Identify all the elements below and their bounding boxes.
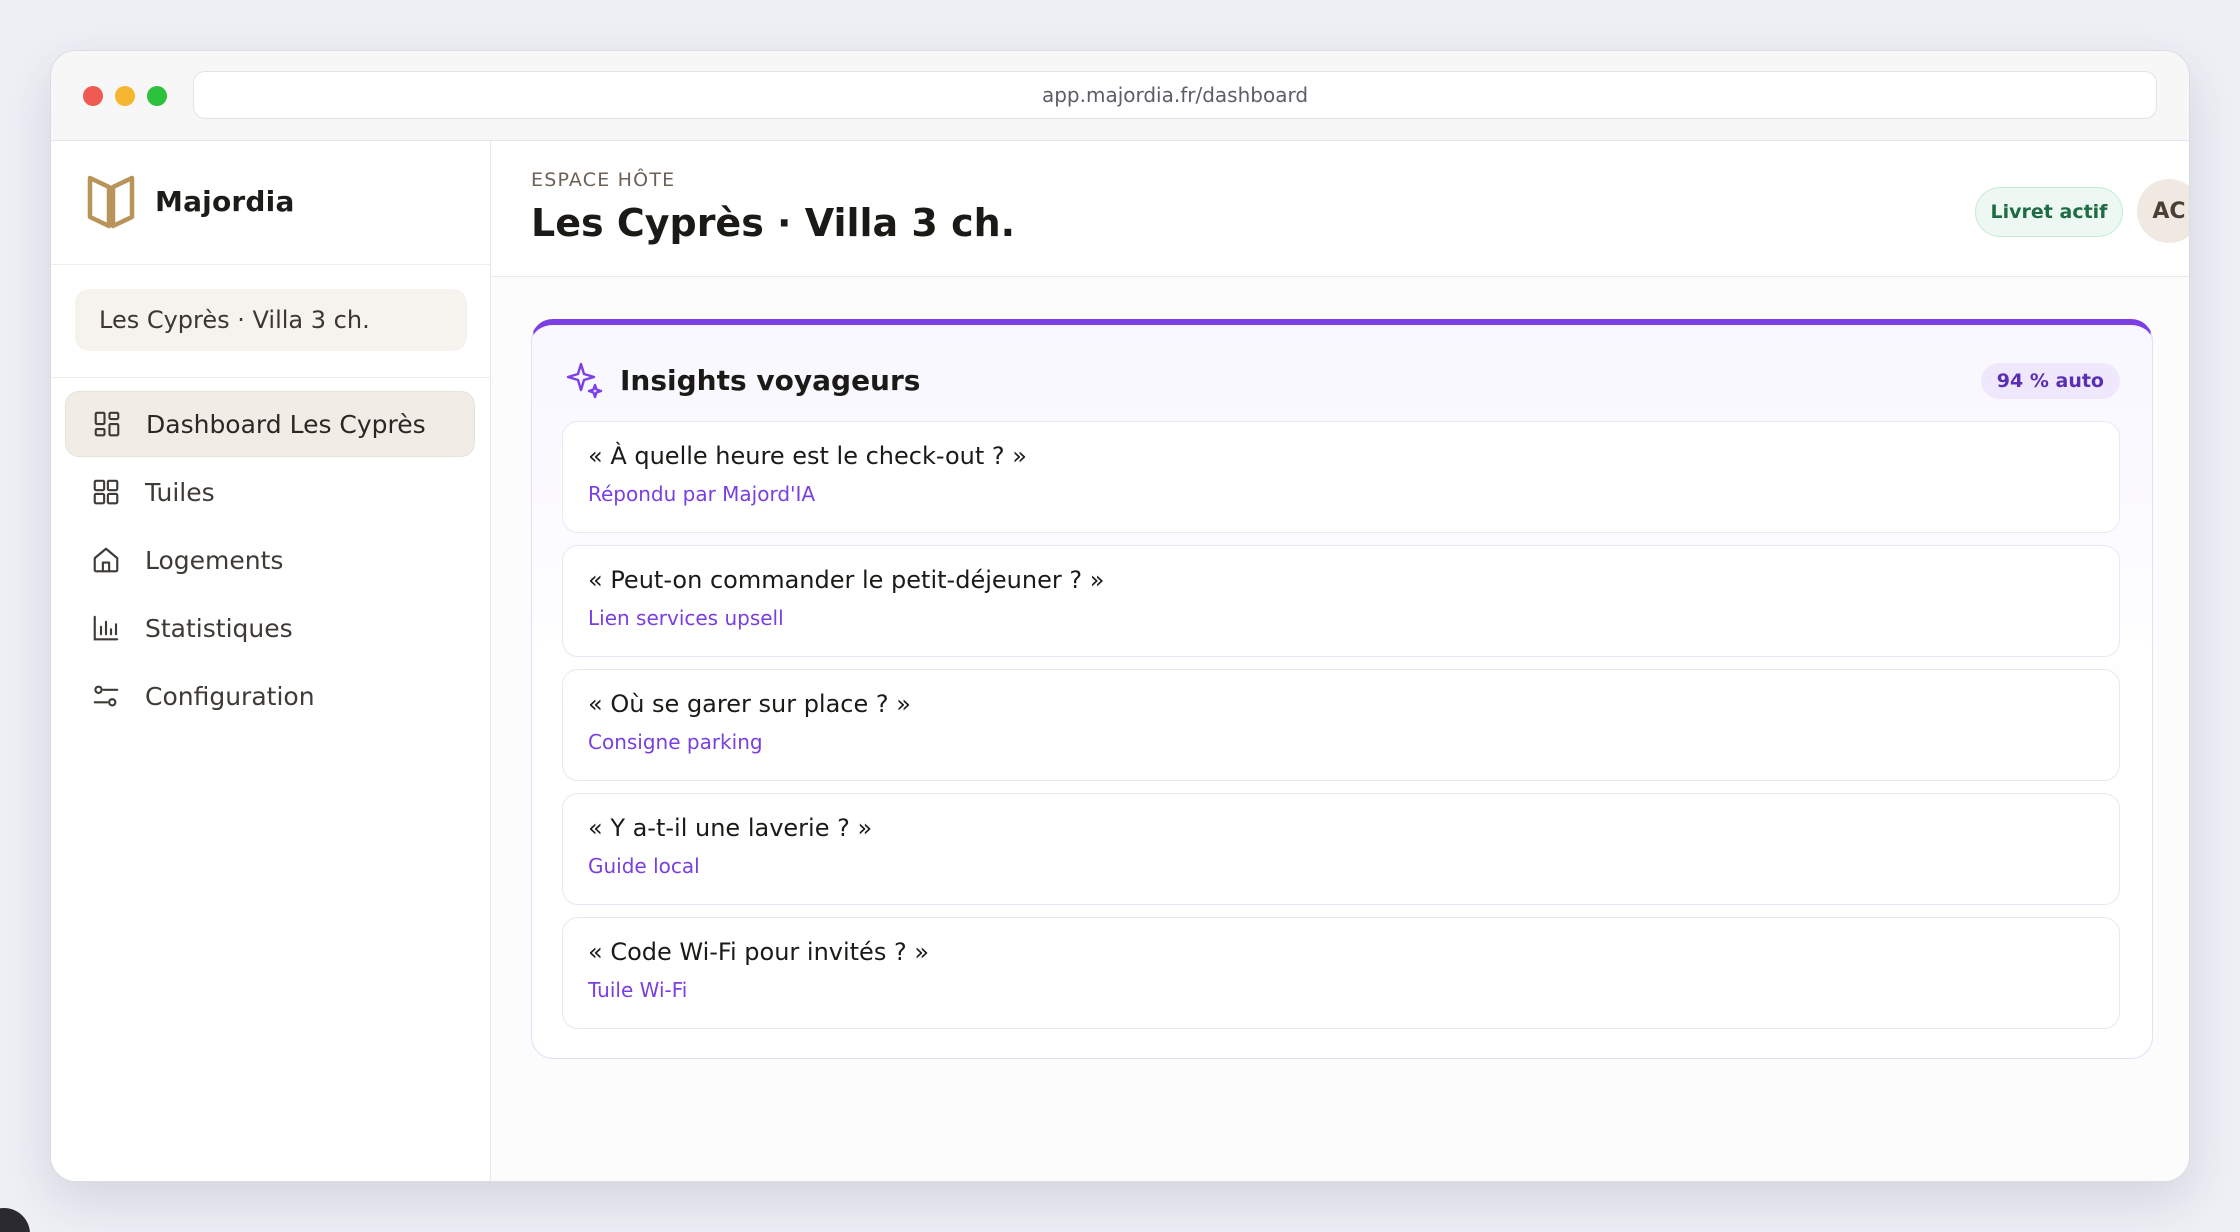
page-title: Les Cyprès · Villa 3 ch. [531, 201, 1016, 245]
sparkles-icon [566, 362, 603, 399]
grid-icon [93, 479, 119, 505]
browser-window: app.majordia.fr/dashboard Majordia Les C… [50, 50, 2190, 1182]
insight-item[interactable]: « À quelle heure est le check-out ? » Ré… [562, 421, 2120, 533]
sidebar-item-label: Statistiques [145, 613, 293, 643]
sidebar-item-label: Dashboard Les Cyprès [146, 409, 426, 439]
insights-card: Insights voyageurs 94 % auto « À quelle … [531, 319, 2153, 1059]
sliders-icon [93, 685, 119, 707]
sidebar-item-label: Logements [145, 545, 284, 575]
sidebar-nav: Dashboard Les Cyprès Tuiles Logements St… [65, 391, 475, 731]
sidebar-divider [51, 377, 490, 378]
insight-answer-source: Lien services upsell [588, 606, 784, 630]
sidebar-item-label: Tuiles [145, 477, 215, 507]
property-selector[interactable]: Les Cyprès · Villa 3 ch. [75, 289, 467, 351]
home-icon [93, 547, 119, 573]
insight-answer-source: Guide local [588, 854, 700, 878]
brand[interactable]: Majordia [85, 171, 295, 231]
maximize-window-button[interactable] [147, 86, 167, 106]
insight-item[interactable]: « Peut-on commander le petit-déjeuner ? … [562, 545, 2120, 657]
insight-item[interactable]: « Où se garer sur place ? » Consigne par… [562, 669, 2120, 781]
insight-question: « Code Wi-Fi pour invités ? » [588, 938, 930, 966]
insight-item[interactable]: « Y a-t-il une laverie ? » Guide local [562, 793, 2120, 905]
sidebar-item-label: Configuration [145, 681, 315, 711]
sidebar-item-logements[interactable]: Logements [65, 527, 475, 593]
minimize-window-button[interactable] [115, 86, 135, 106]
page-header: ESPACE HÔTE Les Cyprès · Villa 3 ch. Liv… [491, 141, 2189, 277]
avatar[interactable]: AC [2137, 179, 2189, 243]
url-text: app.majordia.fr/dashboard [1041, 83, 1309, 107]
insights-list: « À quelle heure est le check-out ? » Ré… [562, 421, 2120, 1041]
main-content: ESPACE HÔTE Les Cyprès · Villa 3 ch. Liv… [491, 141, 2189, 1181]
insight-question: « À quelle heure est le check-out ? » [588, 442, 1027, 470]
insight-answer-source: Consigne parking [588, 730, 763, 754]
sidebar: Majordia Les Cyprès · Villa 3 ch. Dashbo… [51, 141, 491, 1181]
insight-answer-source: Répondu par Majord'IA [588, 482, 816, 506]
book-logo-icon [87, 175, 135, 229]
sidebar-item-statistiques[interactable]: Statistiques [65, 595, 475, 661]
sidebar-item-configuration[interactable]: Configuration [65, 663, 475, 729]
corner-shape [0, 1208, 30, 1232]
bar-chart-icon [93, 615, 119, 641]
brand-name: Majordia [155, 184, 295, 218]
property-selector-label: Les Cyprès · Villa 3 ch. [99, 306, 370, 334]
close-window-button[interactable] [83, 86, 103, 106]
insight-question: « Où se garer sur place ? » [588, 690, 911, 718]
insights-header: Insights voyageurs [564, 357, 920, 403]
sidebar-item-dashboard[interactable]: Dashboard Les Cyprès [65, 391, 475, 457]
insight-question: « Y a-t-il une laverie ? » [588, 814, 873, 842]
sidebar-divider [51, 264, 490, 265]
sidebar-item-tuiles[interactable]: Tuiles [65, 459, 475, 525]
insight-item[interactable]: « Code Wi-Fi pour invités ? » Tuile Wi-F… [562, 917, 2120, 1029]
insight-answer-source: Tuile Wi-Fi [588, 978, 688, 1002]
insight-question: « Peut-on commander le petit-déjeuner ? … [588, 566, 1105, 594]
insights-title: Insights voyageurs [620, 363, 921, 397]
browser-titlebar: app.majordia.fr/dashboard [51, 51, 2189, 141]
dashboard-icon [94, 411, 120, 437]
auto-rate-badge: 94 % auto [1980, 363, 2120, 399]
status-badge: Livret actif [1975, 187, 2123, 237]
address-bar[interactable]: app.majordia.fr/dashboard [193, 71, 2157, 119]
page-eyebrow: ESPACE HÔTE [531, 169, 676, 191]
